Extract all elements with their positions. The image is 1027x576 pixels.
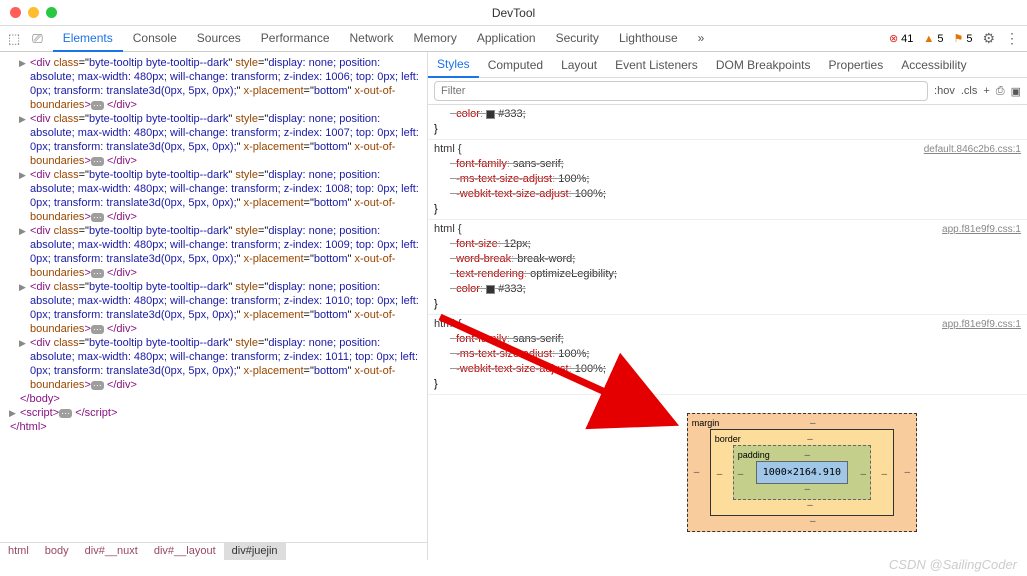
tab-lighthouse[interactable]: Lighthouse [609, 26, 688, 52]
new-rule-icon[interactable]: + [983, 85, 989, 97]
box-model[interactable]: margin – – – – border – – – – padding – [687, 413, 917, 532]
subtab-layout[interactable]: Layout [552, 53, 606, 77]
device-icon[interactable]: ⎚ [32, 31, 42, 47]
gear-icon[interactable]: ⚙ [982, 30, 995, 47]
rule-2: app.f81e9f9.css:1 html { font-size: 12px… [428, 220, 1027, 315]
issues-badge[interactable]: ⚑5 [953, 32, 972, 45]
elements-panel: ▶<div class="byte-tooltip byte-tooltip--… [0, 52, 428, 560]
box-content: 1000×2164.910 [756, 461, 848, 484]
dom-node[interactable]: ▶<div class="byte-tooltip byte-tooltip--… [20, 168, 427, 224]
crumb-juejin[interactable]: div#juejin [224, 543, 286, 560]
tab-network[interactable]: Network [340, 26, 404, 52]
dom-node[interactable]: ▶<div class="byte-tooltip byte-tooltip--… [20, 280, 427, 336]
pane2-icon[interactable]: ▣ [1011, 85, 1021, 98]
tab-performance[interactable]: Performance [251, 26, 340, 52]
tab-sources[interactable]: Sources [187, 26, 251, 52]
watermark: CSDN @SailingCoder [889, 557, 1017, 572]
tab-more[interactable]: » [688, 26, 715, 52]
hov-toggle[interactable]: :hov [934, 85, 955, 97]
error-badge[interactable]: ⊗41 [889, 32, 913, 45]
minimize-dot[interactable] [28, 7, 39, 18]
subtab-dom-bp[interactable]: DOM Breakpoints [707, 53, 820, 77]
crumb-html[interactable]: html [0, 543, 37, 560]
maximize-dot[interactable] [46, 7, 57, 18]
filter-row: :hov .cls + ⎙ ▣ [428, 78, 1027, 105]
source-link[interactable]: app.f81e9f9.css:1 [942, 317, 1021, 332]
warning-badge[interactable]: ▲5 [923, 33, 943, 45]
subtab-props[interactable]: Properties [820, 53, 893, 77]
sub-tabs: Styles Computed Layout Event Listeners D… [428, 52, 1027, 78]
title-bar: DevTool [0, 0, 1027, 26]
subtab-computed[interactable]: Computed [479, 53, 552, 77]
subtab-a11y[interactable]: Accessibility [892, 53, 975, 77]
source-link[interactable]: app.f81e9f9.css:1 [942, 222, 1021, 237]
crumb-nuxt[interactable]: div#__nuxt [77, 543, 146, 560]
main-tabs: Elements Console Sources Performance Net… [53, 26, 715, 52]
window-title: DevTool [492, 6, 535, 20]
tab-memory[interactable]: Memory [404, 26, 467, 52]
subtab-styles[interactable]: Styles [428, 52, 479, 78]
dom-node[interactable]: ▶<div class="byte-tooltip byte-tooltip--… [20, 224, 427, 280]
close-dot[interactable] [10, 7, 21, 18]
breadcrumbs: html body div#__nuxt div#__layout div#ju… [0, 542, 427, 560]
dom-node[interactable]: ▶<div class="byte-tooltip byte-tooltip--… [20, 56, 427, 112]
tab-application[interactable]: Application [467, 26, 546, 52]
styles-panel: Styles Computed Layout Event Listeners D… [428, 52, 1027, 560]
main-toolbar: ⬚ ⎚ Elements Console Sources Performance… [0, 26, 1027, 52]
rule-0: color: #333; } [428, 105, 1027, 140]
tab-console[interactable]: Console [123, 26, 187, 52]
source-link[interactable]: default.846c2b6.css:1 [924, 142, 1021, 157]
dom-tree[interactable]: ▶<div class="byte-tooltip byte-tooltip--… [0, 52, 427, 542]
dom-node[interactable]: ▶<div class="byte-tooltip byte-tooltip--… [20, 112, 427, 168]
tab-elements[interactable]: Elements [53, 26, 123, 52]
inspect-icon[interactable]: ⬚ [8, 31, 20, 47]
pane-icon[interactable]: ⎙ [996, 85, 1005, 98]
filter-input[interactable] [434, 81, 928, 101]
cls-toggle[interactable]: .cls [961, 85, 978, 97]
tab-security[interactable]: Security [546, 26, 609, 52]
crumb-body[interactable]: body [37, 543, 77, 560]
crumb-layout[interactable]: div#__layout [146, 543, 224, 560]
dom-node[interactable]: ▶<div class="byte-tooltip byte-tooltip--… [20, 336, 427, 392]
subtab-events[interactable]: Event Listeners [606, 53, 707, 77]
rule-1: default.846c2b6.css:1 html { font-family… [428, 140, 1027, 220]
more-icon[interactable]: ⋮ [1005, 30, 1019, 47]
traffic-lights [0, 7, 57, 18]
annotation-arrow [435, 312, 705, 442]
